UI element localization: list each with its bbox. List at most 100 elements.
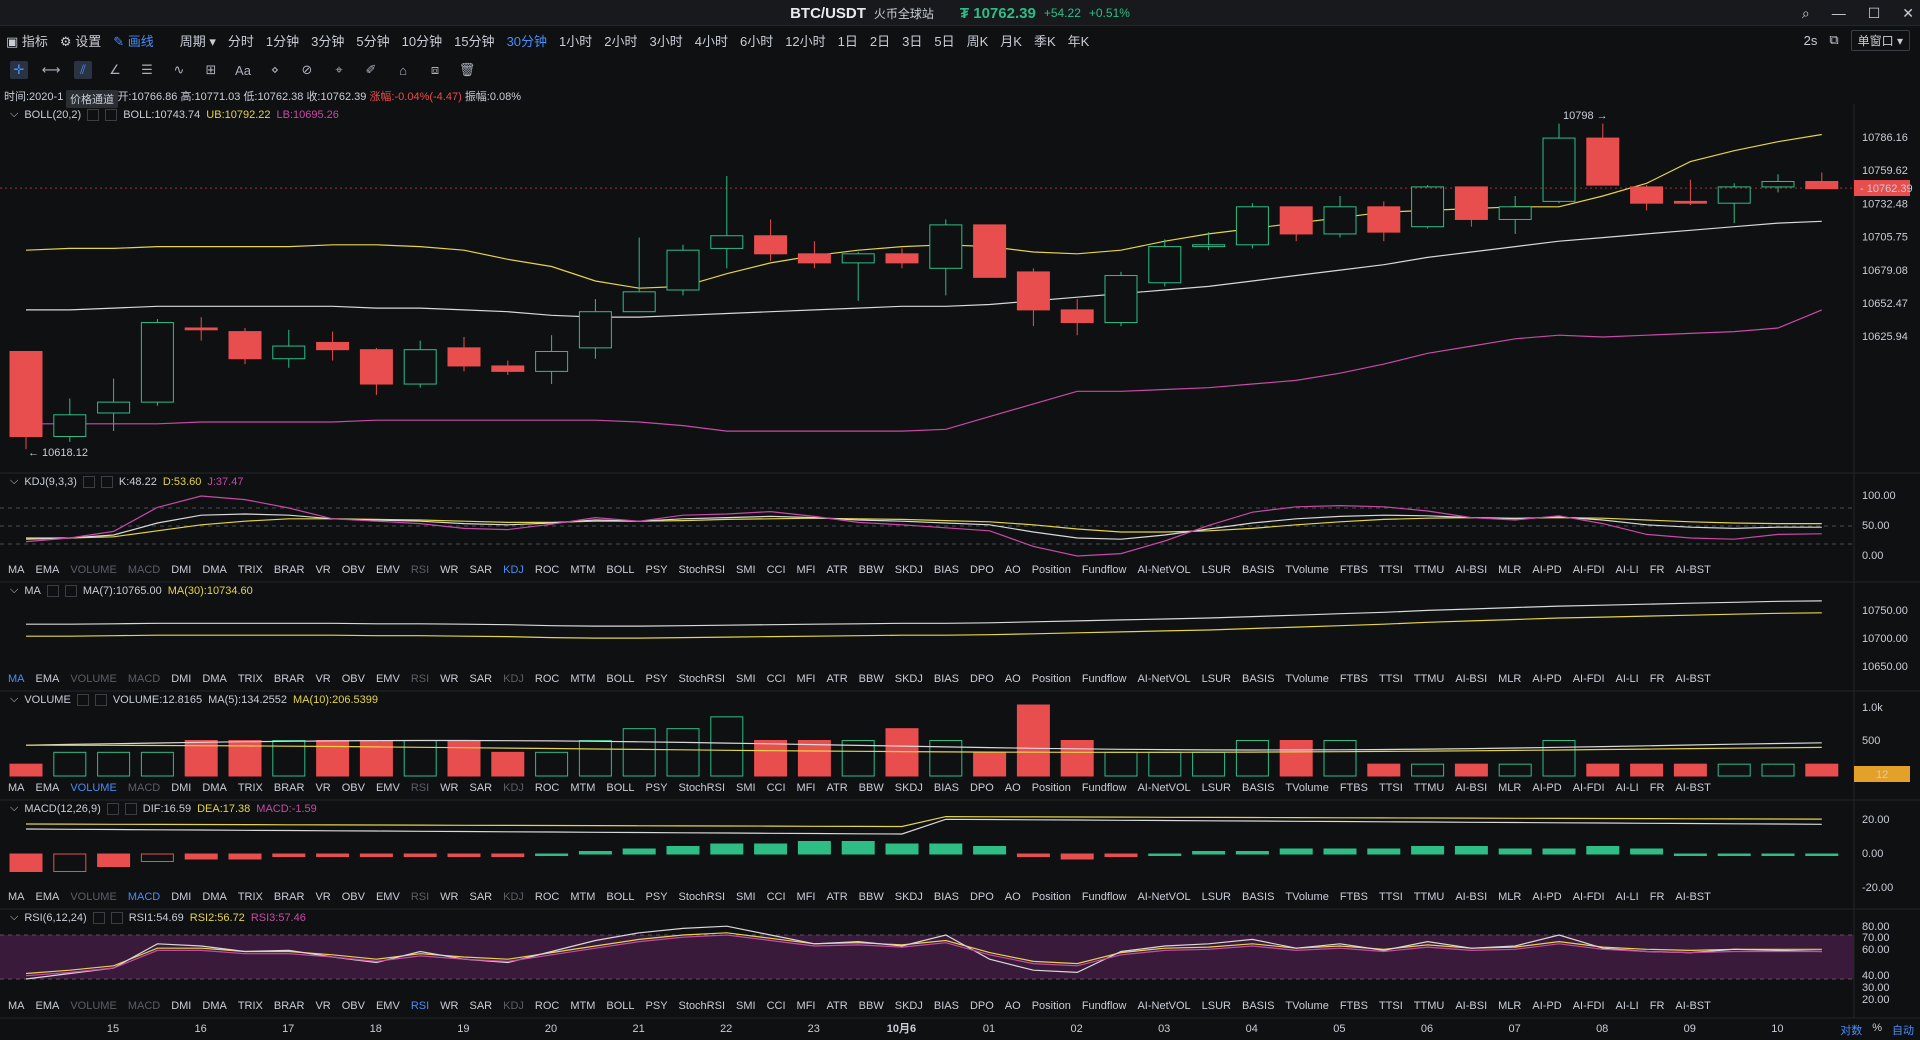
volume-bar: [1630, 763, 1664, 777]
x-axis-label: 19: [457, 1023, 469, 1035]
candle-body: [1630, 186, 1664, 204]
macd-histogram-bar: [1586, 846, 1620, 855]
x-axis-label: 02: [1070, 1023, 1082, 1035]
candle-body: [578, 311, 612, 349]
kdj-tick: 100.00: [1862, 490, 1896, 502]
macd-histogram-bar: [929, 843, 963, 855]
ma7-line: [26, 600, 1822, 627]
volume-bar: [1016, 704, 1050, 777]
high-mark: 10798 →: [1563, 110, 1608, 122]
x-axis-label: 01: [983, 1023, 995, 1035]
volume-bar: [9, 763, 43, 777]
volume-bar: [1148, 751, 1182, 777]
ma-tick: 10700.00: [1862, 633, 1908, 645]
volume-bar: [622, 728, 656, 777]
macd-histogram-bar: [1761, 853, 1795, 856]
candle-body: [1673, 200, 1707, 204]
macd-histogram-bar: [403, 853, 437, 857]
macd-tick: 0.00: [1862, 848, 1883, 860]
volume-bar: [491, 751, 525, 777]
macd-histogram-bar: [140, 853, 174, 862]
macd-histogram-bar: [1630, 848, 1664, 855]
candle-body: [359, 349, 393, 385]
candle-body: [1279, 206, 1313, 235]
volume-bar: [447, 740, 481, 777]
price-tick: 10732.48: [1862, 198, 1908, 210]
macd-histogram-bar: [1104, 853, 1138, 857]
volume-bar: [973, 751, 1007, 777]
rsi-tick: 30.00: [1862, 982, 1890, 994]
candle-body: [9, 350, 43, 437]
volume-bar: [1586, 763, 1620, 777]
x-axis-label: 16: [194, 1023, 206, 1035]
volume-bar: [1761, 763, 1795, 777]
boll-lower-line: [26, 309, 1823, 432]
volume-bar: [1235, 740, 1269, 777]
candle-body: [1192, 244, 1226, 248]
rsi-tick: 20.00: [1862, 994, 1890, 1006]
rsi-tick: 70.00: [1862, 932, 1890, 944]
macd-histogram-bar: [622, 848, 656, 855]
x-axis-label: 06: [1421, 1023, 1433, 1035]
macd-histogram-bar: [1192, 851, 1226, 855]
price-tick: 10786.16: [1862, 132, 1908, 144]
candle-body: [1454, 186, 1488, 220]
volume-bar: [1805, 763, 1839, 777]
volume-current-label: 12: [1876, 769, 1888, 781]
macd-histogram-bar: [1717, 853, 1751, 856]
candle-body: [1717, 186, 1751, 204]
candle-body: [929, 224, 963, 269]
x-axis-label: 07: [1508, 1023, 1520, 1035]
macd-histogram-bar: [53, 853, 87, 872]
macd-histogram-bar: [535, 853, 569, 856]
candle-body: [1323, 206, 1357, 235]
x-axis-label: 23: [808, 1023, 820, 1035]
volume-bar: [1323, 740, 1357, 777]
volume-bar: [929, 740, 963, 777]
pct-toggle[interactable]: %: [1872, 1022, 1882, 1038]
volume-bar: [403, 740, 437, 777]
kdj-tick: 0.00: [1862, 550, 1883, 562]
price-tick: 10705.75: [1862, 232, 1908, 244]
rsi-tick: 40.00: [1862, 970, 1890, 982]
macd-histogram-bar: [885, 843, 919, 855]
volume-bar: [578, 740, 612, 777]
candle-body: [1586, 137, 1620, 186]
volume-bar: [1192, 751, 1226, 777]
volume-bar: [754, 740, 788, 777]
ma30-line: [26, 612, 1822, 639]
volume-bar: [53, 751, 87, 777]
candle-body: [1761, 180, 1795, 188]
candle-body: [1016, 271, 1050, 311]
macd-dea-line: [25, 815, 1822, 828]
macd-histogram-bar: [272, 853, 306, 857]
volume-bar: [1498, 763, 1532, 777]
x-axis-label: 04: [1246, 1023, 1258, 1035]
vol-tick: 500: [1862, 735, 1880, 747]
volume-bar: [1454, 763, 1488, 777]
macd-histogram-bar: [973, 846, 1007, 855]
candle-body: [491, 365, 525, 372]
macd-histogram-bar: [1148, 853, 1182, 856]
macd-histogram-bar: [1235, 851, 1269, 855]
auto-toggle[interactable]: 自动: [1892, 1022, 1914, 1038]
ma-tick: 10650.00: [1862, 661, 1908, 673]
chart-canvas[interactable]: 10786.16 10759.62 10732.48 10705.75 10679.08…: [0, 0, 1920, 1040]
price-tick: 10759.62: [1862, 165, 1908, 177]
x-axis-label: 22: [720, 1023, 732, 1035]
candle-body: [1542, 137, 1576, 202]
macd-histogram-bar: [316, 853, 350, 857]
candle-body: [228, 331, 262, 360]
volume-bar: [710, 716, 744, 777]
volume-bar: [797, 740, 831, 777]
current-price-label: - 10762.39: [1860, 183, 1913, 195]
log-toggle[interactable]: 对数: [1840, 1022, 1862, 1038]
macd-histogram-bar: [710, 843, 744, 855]
axis-mode: 对数 % 自动: [1840, 1022, 1914, 1038]
low-mark: ← 10618.12: [28, 447, 88, 459]
candle-body: [710, 235, 744, 249]
volume-bar: [1673, 763, 1707, 777]
macd-histogram-bar: [1367, 848, 1401, 855]
macd-histogram-bar: [754, 843, 788, 855]
macd-histogram-bar: [1060, 853, 1094, 860]
